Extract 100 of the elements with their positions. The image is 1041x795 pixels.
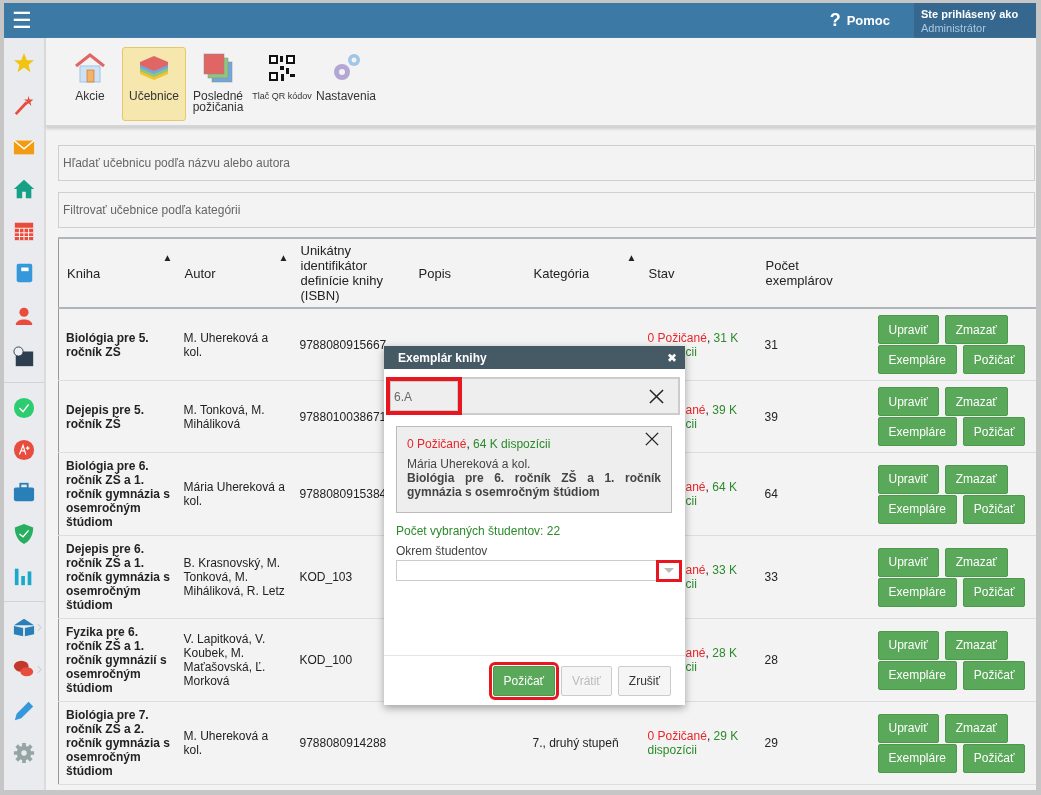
status-text: 0 Požičané, 31 K (647, 330, 739, 345)
status-text: cii (685, 577, 697, 591)
column-header[interactable]: Kniha (67, 265, 101, 281)
column-header[interactable]: Unikátny identifikátor definície knihy (ISBN) (300, 243, 407, 303)
action-button[interactable]: Upraviť (877, 387, 939, 416)
book-title: Biológia pre 5. ročník ZŠ (66, 330, 149, 359)
toolbar-button[interactable]: Tlač QR kódov (250, 47, 314, 121)
author-text: M. Tonková, M. Miháliková (183, 402, 265, 431)
action-button[interactable]: Požičať (962, 743, 1026, 773)
isbn-text: KOD_103 (299, 570, 353, 584)
column-header[interactable]: Počet exemplárov (765, 258, 867, 288)
house-icon (74, 52, 106, 84)
action-button[interactable]: Upraviť (877, 464, 939, 494)
action-button[interactable]: Exempláre (877, 345, 957, 374)
class-field[interactable]: 6.A (388, 377, 680, 415)
status-text: ané, 39 K (685, 402, 737, 417)
help-link[interactable]: ? Pomoc (829, 10, 890, 31)
grade-icon[interactable] (13, 439, 35, 461)
count-text: 33 (764, 570, 778, 584)
action-button[interactable]: Požičať (962, 417, 1026, 446)
action-button[interactable]: Zmazať (944, 315, 1008, 344)
action-button[interactable]: Zmazať (944, 630, 1008, 660)
action-button[interactable]: Upraviť (877, 630, 939, 660)
status-text: 0 Požičané, 29 K (647, 729, 739, 743)
author-text: Mária Uhereková a kol. (183, 480, 285, 508)
action-button[interactable]: Exempláre (877, 417, 957, 446)
briefcase-icon[interactable] (13, 481, 35, 503)
field-label: Okrem študentov (396, 544, 489, 558)
toolbar-button[interactable]: Učebnice (122, 47, 186, 121)
isbn-text: 9788010038671 (299, 409, 387, 424)
search-field[interactable]: Hľadať učebnicu podľa názvu alebo autora (58, 145, 1035, 181)
students-select[interactable] (396, 560, 680, 581)
book-title: Biológia pre 7. ročník ZŠ a 2. ročník gymnázia s osemročným štúdiom (66, 708, 171, 778)
action-button[interactable]: Zmazať (944, 547, 1008, 577)
action-button[interactable]: Zmazať (944, 387, 1008, 416)
close-icon[interactable] (645, 432, 659, 446)
sort-arrow-icon[interactable]: ▲ (162, 251, 173, 263)
action-button[interactable]: Exempláre (877, 577, 957, 607)
user-caption: Ste prihlásený ako (921, 7, 1020, 20)
qr-icon (266, 52, 298, 84)
count-text: 29 (764, 736, 778, 750)
pencil-icon[interactable] (13, 700, 35, 722)
isbn-text: 9788080914288 (299, 736, 387, 750)
filter-field[interactable]: Filtrovať učebnice podľa kategórii (58, 192, 1035, 228)
action-button[interactable]: Požičať (962, 660, 1026, 690)
book-title: Biológia pre 6. ročník ZŠ a 1. ročník gymnázia s osemročným štúdiom (407, 471, 661, 499)
check-icon[interactable] (13, 397, 35, 419)
count-text: 31 (764, 337, 778, 352)
book-title: Fyzika pre 6. ročník ZŠ a 1. ročník gymnázií s osemročným štúdiom (66, 625, 167, 695)
action-button[interactable]: Zmazať (944, 713, 1008, 743)
book-author: Mária Uhereková a kol. (407, 457, 532, 471)
count-text: 39 (764, 409, 778, 424)
status-text: cii (685, 494, 697, 508)
action-button[interactable]: Upraviť (877, 713, 939, 743)
toolbar-button[interactable]: Nastavenia (314, 47, 378, 121)
action-button[interactable]: Exempláre (877, 743, 957, 773)
status-text: ané, 33 K (685, 563, 737, 577)
star-icon[interactable] (13, 52, 35, 74)
action-button[interactable]: Zmazať (944, 464, 1008, 494)
column-header[interactable]: Stav (648, 265, 675, 281)
availability-text: 0 Požičané, 64 K dispozícii (407, 437, 551, 451)
dropdown-icon[interactable] (659, 562, 679, 579)
status-text: cii (685, 344, 697, 359)
menu-button[interactable]: ☰ (4, 9, 40, 32)
book-title: Biológia pre 6. ročník ZŠ a 1. ročník gymnázia s osemročným štúdiom (66, 459, 171, 529)
selected-count: Počet vybraných študentov: 22 (396, 524, 562, 538)
column-header[interactable]: Autor (184, 265, 216, 281)
chevron-icon (37, 622, 42, 632)
author-text: M. Uhereková a kol. (183, 729, 269, 757)
clear-icon[interactable] (649, 388, 664, 404)
book-title: Dejepis pre 5. ročník ZŠ (66, 402, 145, 431)
isbn-text: 9788080915384 (299, 487, 387, 501)
action-button[interactable]: Exempláre (877, 660, 957, 690)
calendar-icon[interactable] (13, 220, 35, 242)
schedule-icon[interactable] (13, 346, 35, 368)
action-button[interactable]: Požičať (962, 345, 1026, 374)
author-text: B. Krasnovský, M. Tonková, M. Miháliková, R. Letz (183, 556, 285, 598)
chevron-icon (37, 664, 42, 674)
status-text: cii (685, 416, 697, 431)
wand-icon[interactable] (13, 94, 35, 116)
action-button[interactable]: Upraviť (877, 547, 939, 577)
sort-arrow-icon[interactable]: ▲ (278, 251, 289, 263)
action-button[interactable]: Požičať (962, 494, 1026, 524)
action-button[interactable]: Požičať (962, 577, 1026, 607)
sort-arrow-icon[interactable]: ▲ (626, 251, 637, 263)
toolbar-button[interactable]: Akcie (58, 47, 122, 121)
shield-icon[interactable] (13, 523, 35, 545)
book-icon[interactable] (13, 616, 35, 638)
dialog-button[interactable]: Zrušiť (617, 665, 671, 696)
book-title: Dejepis pre 6. ročník ZŠ a 1. ročník gymnázia s osemročným štúdiom (66, 542, 171, 612)
action-button[interactable]: Exempláre (877, 494, 957, 524)
gear-icon[interactable] (13, 742, 35, 764)
status-text: ané, 64 K (685, 480, 737, 494)
action-button[interactable]: Upraviť (877, 315, 939, 344)
column-header[interactable]: Kategória (533, 265, 590, 281)
toolbar-button[interactable]: Posledné požičania (186, 47, 250, 121)
home-icon[interactable] (13, 178, 35, 200)
close-button[interactable]: ✖ (667, 350, 677, 365)
column-header[interactable]: Popis (418, 265, 452, 281)
author-text: M. Uhereková a kol. (183, 330, 269, 359)
